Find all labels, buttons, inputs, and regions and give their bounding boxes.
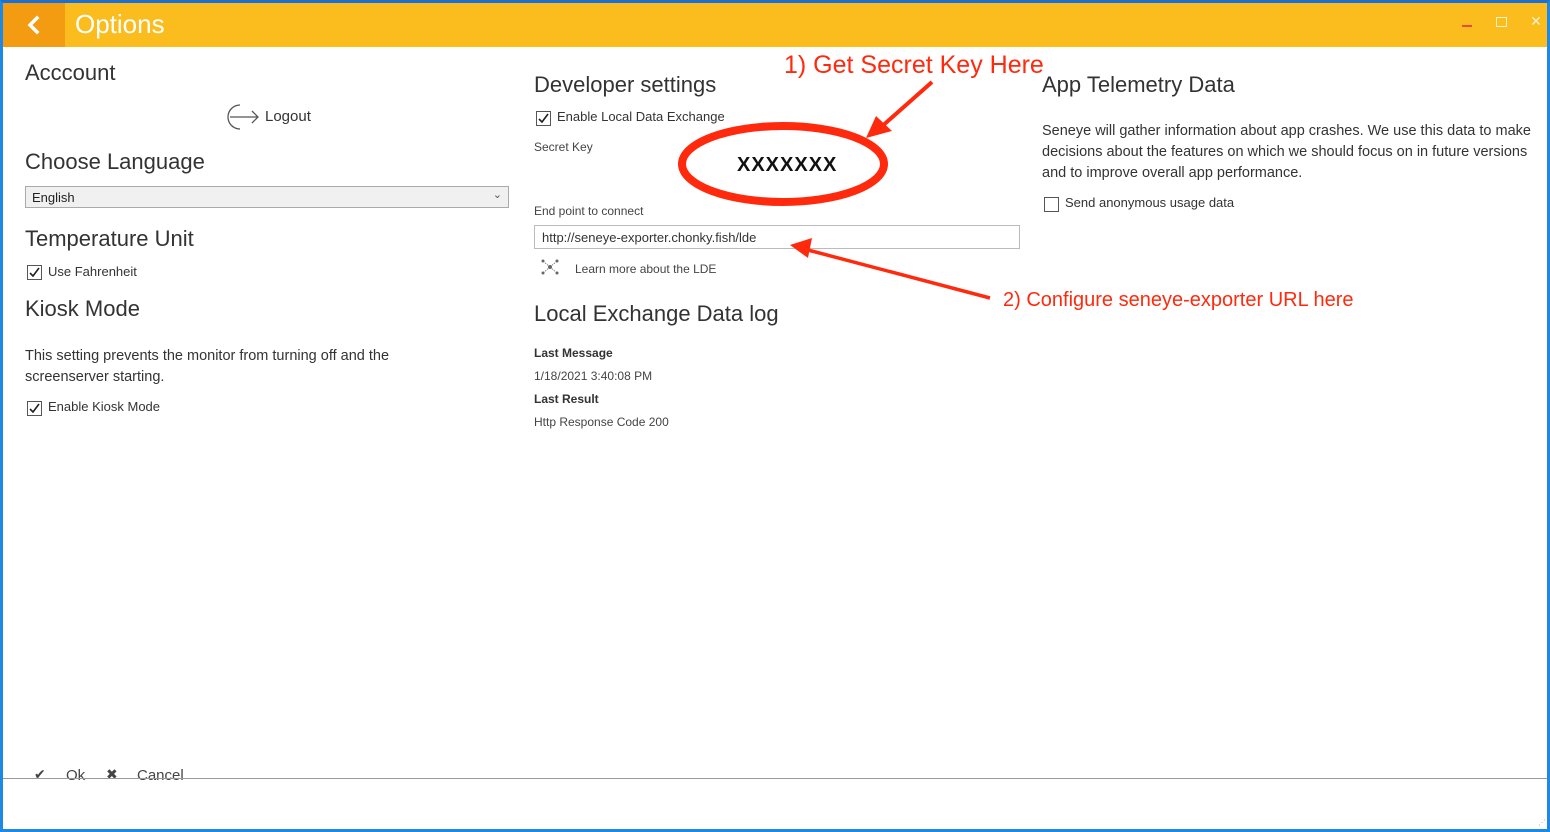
fahrenheit-label: Use Fahrenheit <box>48 264 137 279</box>
enable-lde-label: Enable Local Data Exchange <box>557 109 725 124</box>
language-select[interactable]: English ⌄ <box>25 186 509 208</box>
last-result-label: Last Result <box>534 392 599 406</box>
ok-button[interactable]: ✔ Ok <box>34 766 94 784</box>
send-usage-checkbox[interactable] <box>1044 197 1059 212</box>
checkmark-icon: ✔ <box>34 766 46 782</box>
fahrenheit-checkbox[interactable] <box>27 265 42 280</box>
endpoint-input[interactable]: http://seneye-exporter.chonky.fish/lde <box>534 225 1020 249</box>
kiosk-description: This setting prevents the monitor from t… <box>25 348 390 385</box>
account-heading: Acccount <box>25 60 116 85</box>
title-bar: Options ✕ <box>3 3 1547 47</box>
learn-more-label: Learn more about the LDE <box>575 262 717 276</box>
cancel-label: Cancel <box>137 767 184 784</box>
chevron-left-icon <box>27 15 40 35</box>
telemetry-description: Seneye will gather information about app… <box>1042 123 1531 181</box>
resize-grip-icon[interactable]: ⋰ <box>1538 818 1546 827</box>
chevron-down-icon: ⌄ <box>492 189 502 201</box>
back-button[interactable] <box>3 3 65 47</box>
logout-label: Logout <box>265 108 311 125</box>
window-title: Options <box>75 9 165 39</box>
send-usage-label: Send anonymous usage data <box>1065 195 1235 210</box>
learn-more-link[interactable]: Learn more about the LDE <box>540 258 740 278</box>
logout-button[interactable]: Logout <box>221 101 321 131</box>
maximize-button[interactable] <box>1493 13 1511 31</box>
last-message-label: Last Message <box>534 346 613 360</box>
minimize-button[interactable] <box>1459 13 1477 31</box>
kiosk-heading: Kiosk Mode <box>25 296 140 321</box>
lde-log-heading: Local Exchange Data log <box>534 301 779 326</box>
close-icon: ✕ <box>1530 13 1542 29</box>
secret-key-value: XXXXXXX <box>737 154 838 176</box>
checkmark-icon <box>29 403 40 414</box>
cancel-button[interactable]: ✖ Cancel <box>106 766 196 784</box>
minimize-icon <box>1462 25 1472 27</box>
endpoint-label: End point to connect <box>534 204 644 218</box>
telemetry-heading: App Telemetry Data <box>1042 72 1235 97</box>
kiosk-label: Enable Kiosk Mode <box>48 399 161 414</box>
footer-divider <box>3 778 1547 779</box>
last-result-value: Http Response Code 200 <box>534 415 669 429</box>
logout-icon <box>227 104 259 130</box>
x-icon: ✖ <box>106 766 118 782</box>
temperature-heading: Temperature Unit <box>25 226 194 251</box>
maximize-icon <box>1496 17 1507 27</box>
checkmark-icon <box>29 267 40 278</box>
checkmark-icon <box>538 113 549 124</box>
endpoint-value: http://seneye-exporter.chonky.fish/lde <box>542 230 757 245</box>
secret-key-label: Secret Key <box>534 140 593 154</box>
url-annotation: 2) Configure seneye-exporter URL here <box>1003 289 1354 311</box>
kiosk-checkbox[interactable] <box>27 401 42 416</box>
secret-key-annotation: 1) Get Secret Key Here <box>784 51 1044 79</box>
arrow-to-secret-key <box>866 80 934 138</box>
enable-lde-checkbox[interactable] <box>536 111 551 126</box>
lde-network-icon <box>541 259 559 275</box>
developer-heading: Developer settings <box>534 72 717 97</box>
ok-label: Ok <box>66 767 86 784</box>
last-message-value: 1/18/2021 3:40:08 PM <box>534 369 653 383</box>
language-selected-value: English <box>32 190 75 205</box>
close-button[interactable]: ✕ <box>1527 13 1545 31</box>
language-heading: Choose Language <box>25 149 205 174</box>
